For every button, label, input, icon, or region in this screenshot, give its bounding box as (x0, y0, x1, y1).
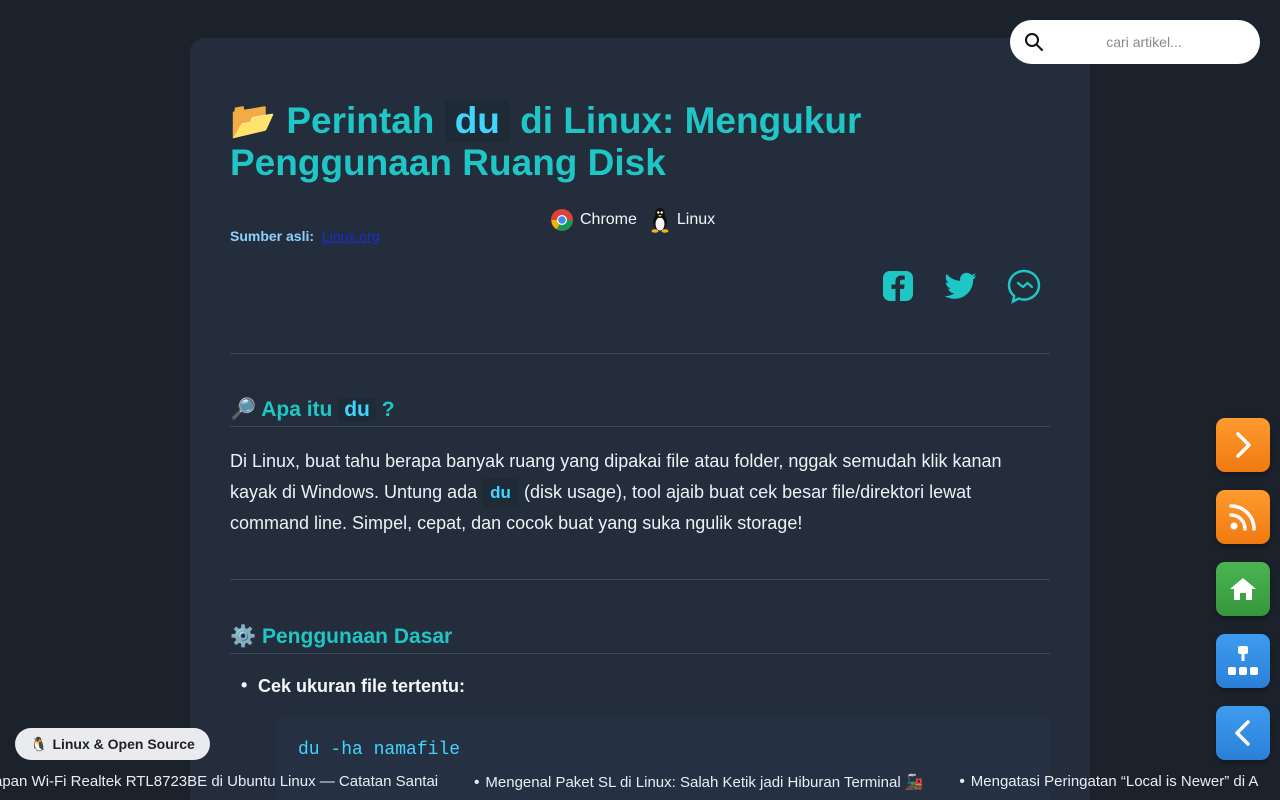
chevron-right-icon (1236, 432, 1251, 458)
ticker-item[interactable]: apan Wi-Fi Realtek RTL8723BE di Ubuntu L… (0, 773, 438, 791)
divider (230, 579, 1050, 580)
sitemap-button[interactable] (1216, 634, 1270, 688)
search-box (1010, 20, 1260, 64)
linux-penguin-icon (651, 208, 669, 233)
folder-icon: 📂 (230, 100, 277, 141)
share-threads-button[interactable] (1006, 268, 1042, 304)
section-heading-penggunaan-dasar: ⚙️ Penggunaan Dasar (230, 625, 1050, 654)
next-button[interactable] (1216, 418, 1270, 472)
facebook-icon (883, 271, 913, 301)
search-icon[interactable] (1024, 32, 1044, 52)
intro-paragraph: Di Linux, buat tahu berapa banyak ruang … (230, 446, 1030, 539)
share-twitter-button[interactable] (943, 268, 979, 304)
platform-badges: Chrome Linux (550, 207, 727, 233)
category-tag[interactable]: 🐧 Linux & Open Source (15, 728, 210, 760)
share-bar (880, 268, 1042, 304)
title-code: du (444, 100, 510, 142)
share-facebook-button[interactable] (880, 268, 916, 304)
section-title-post: ? (381, 398, 395, 421)
category-tag-label: Linux & Open Source (52, 736, 195, 752)
twitter-icon (945, 272, 977, 299)
ticker-item[interactable]: • Mengenal Paket SL di Linux: Salah Ketik… (474, 773, 923, 791)
badge-linux: Linux (649, 207, 715, 233)
ticker-item[interactable]: • Mengatasi Peringatan “Local is Newer” d… (960, 773, 1259, 791)
paragraph-code: du (482, 477, 519, 508)
sitemap-icon (1228, 646, 1258, 675)
source-label: Sumber asli: (230, 228, 315, 244)
divider (230, 353, 1050, 354)
home-button[interactable] (1216, 562, 1270, 616)
article-title: 📂 Perintah du di Linux: Mengukur Penggun… (230, 100, 990, 184)
badge-linux-label: Linux (676, 211, 716, 228)
section-heading-apa-itu: 🔎 Apa itu du ? (230, 398, 1050, 427)
source-link[interactable]: Linux.org (322, 228, 380, 244)
home-icon (1230, 578, 1256, 600)
search-input[interactable] (1054, 34, 1234, 50)
penguin-emoji-icon: 🐧 (30, 735, 48, 752)
section-title-pre: Apa itu (261, 398, 333, 421)
badge-chrome-label: Chrome (580, 211, 637, 228)
badge-chrome: Chrome (550, 208, 637, 232)
gear-emoji-icon: ⚙️ (230, 625, 257, 648)
news-ticker: apan Wi-Fi Realtek RTL8723BE di Ubuntu L… (0, 770, 1280, 794)
source-line: Sumber asli: Linux.org (230, 228, 380, 244)
magnifier-emoji-icon: 🔎 (230, 398, 257, 421)
chevron-left-icon (1235, 720, 1250, 746)
code-text: du -ha namafile (298, 740, 461, 760)
rss-icon (1229, 504, 1256, 531)
section-title: Penggunaan Dasar (262, 625, 453, 648)
prev-button[interactable] (1216, 706, 1270, 760)
rss-button[interactable] (1216, 490, 1270, 544)
chrome-icon (551, 209, 573, 231)
title-text-pre: Perintah (286, 100, 435, 141)
threads-icon (1007, 269, 1041, 304)
section-title-code: du (338, 398, 376, 422)
list-item: Cek ukuran file tertentu: (241, 675, 465, 697)
